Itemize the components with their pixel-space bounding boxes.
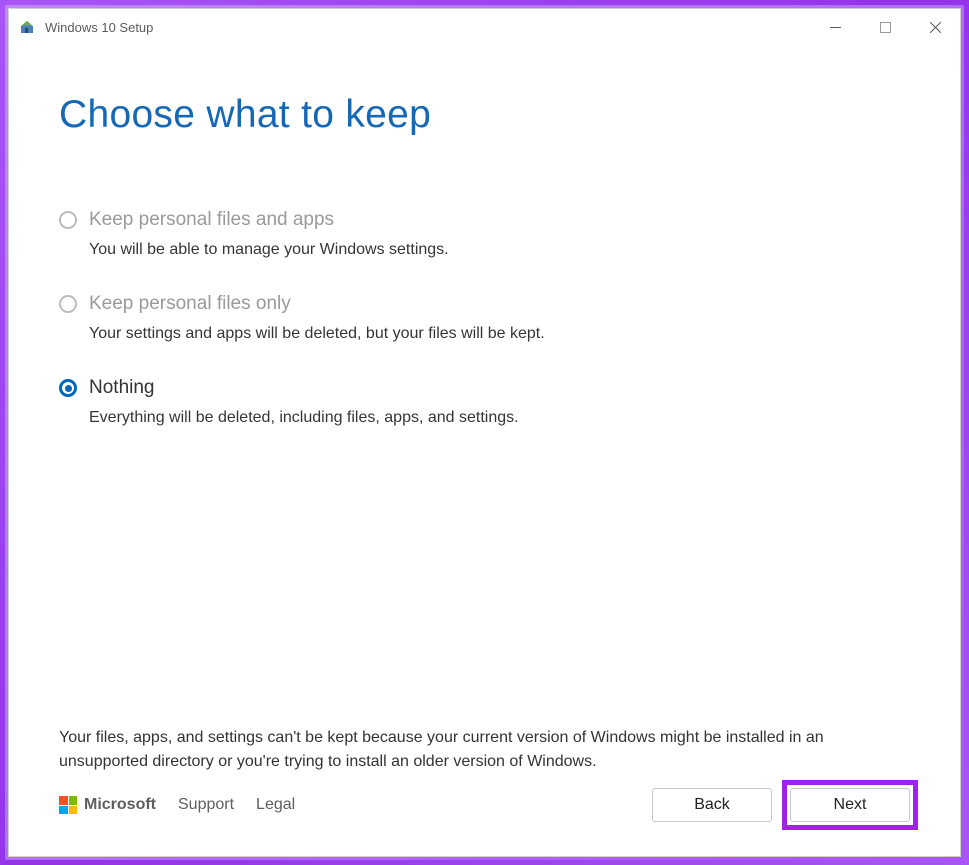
footer-right: Back Next	[652, 788, 910, 822]
page-heading: Choose what to keep	[59, 93, 910, 137]
radio-icon	[59, 379, 77, 397]
option-nothing[interactable]: Nothing Everything will be deleted, incl…	[59, 377, 910, 427]
microsoft-text: Microsoft	[84, 796, 156, 814]
option-keep-files-apps[interactable]: Keep personal files and apps You will be…	[59, 209, 910, 259]
footer-left: Microsoft Support Legal	[59, 796, 295, 814]
window-title: Windows 10 Setup	[45, 20, 810, 35]
footer-note: Your files, apps, and settings can't be …	[59, 726, 910, 774]
titlebar: Windows 10 Setup	[9, 9, 960, 45]
setup-window: Windows 10 Setup Choose what to keep	[8, 8, 961, 857]
microsoft-logo: Microsoft	[59, 796, 156, 814]
footer: Microsoft Support Legal Back Next	[59, 788, 910, 836]
microsoft-logo-icon	[59, 796, 77, 814]
radio-icon	[59, 211, 77, 229]
maximize-button[interactable]	[860, 9, 910, 45]
support-link[interactable]: Support	[178, 796, 234, 814]
next-button[interactable]: Next	[790, 788, 910, 822]
option-label: Keep personal files only	[89, 293, 291, 315]
window-controls	[810, 9, 960, 45]
minimize-button[interactable]	[810, 9, 860, 45]
option-label: Nothing	[89, 377, 155, 399]
options-group: Keep personal files and apps You will be…	[59, 209, 910, 427]
back-button[interactable]: Back	[652, 788, 772, 822]
content-area: Choose what to keep Keep personal files …	[9, 45, 960, 856]
radio-icon	[59, 295, 77, 313]
option-label: Keep personal files and apps	[89, 209, 334, 231]
option-description: Your settings and apps will be deleted, …	[89, 325, 910, 343]
option-description: Everything will be deleted, including fi…	[89, 409, 910, 427]
legal-link[interactable]: Legal	[256, 796, 295, 814]
close-button[interactable]	[910, 9, 960, 45]
app-icon	[19, 19, 35, 35]
option-description: You will be able to manage your Windows …	[89, 241, 910, 259]
option-keep-files-only[interactable]: Keep personal files only Your settings a…	[59, 293, 910, 343]
